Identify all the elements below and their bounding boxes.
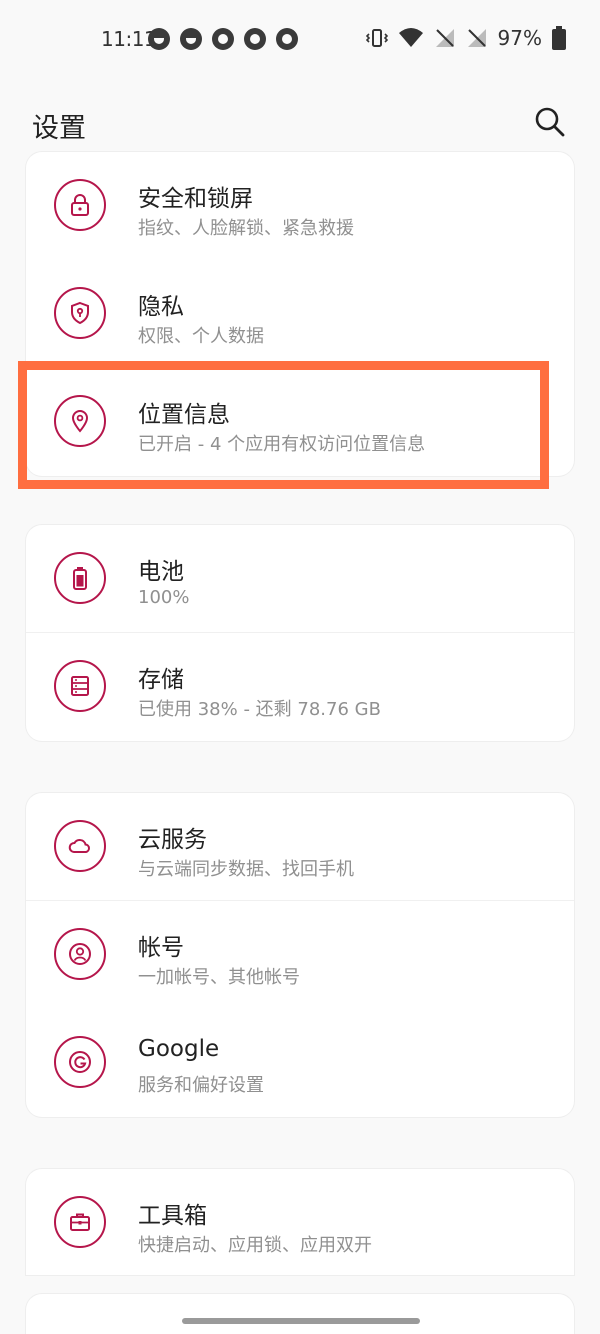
settings-group-device: 电池 100% 存储 已使用 38% - 还剩 78.76 GB <box>26 525 574 741</box>
q-app-icon <box>212 28 234 50</box>
navigation-handle[interactable] <box>182 1318 420 1324</box>
item-title: 云服务 <box>138 827 207 853</box>
settings-item-location[interactable]: 位置信息 已开启 - 4 个应用有权访问位置信息 <box>26 368 574 476</box>
settings-group-accounts: 云服务 与云端同步数据、找回手机 帐号 一加帐号、其他帐号 Google 服务和… <box>26 793 574 1117</box>
toolbox-icon <box>54 1196 106 1248</box>
item-subtitle: 服务和偏好设置 <box>138 1075 264 1096</box>
item-title: Google <box>138 1036 220 1062</box>
page-title: 设置 <box>32 113 86 144</box>
cloud-icon <box>54 820 106 872</box>
item-title: 存储 <box>138 667 184 693</box>
status-right: 97% <box>365 26 566 50</box>
settings-item-storage[interactable]: 存储 已使用 38% - 还剩 78.76 GB <box>26 633 574 741</box>
settings-item-account[interactable]: 帐号 一加帐号、其他帐号 <box>26 901 574 1009</box>
battery-icon <box>552 26 566 50</box>
item-title: 隐私 <box>138 294 184 320</box>
item-subtitle: 权限、个人数据 <box>138 326 264 347</box>
search-icon <box>535 107 565 137</box>
no-signal-icon <box>435 29 454 47</box>
item-title: 工具箱 <box>138 1203 207 1229</box>
search-button[interactable] <box>530 102 570 142</box>
settings-item-security-lockscreen[interactable]: 安全和锁屏 指纹、人脸解锁、紧急救援 <box>26 152 574 260</box>
settings-item-battery[interactable]: 电池 100% <box>26 525 574 633</box>
settings-item-privacy[interactable]: 隐私 权限、个人数据 <box>26 260 574 368</box>
item-subtitle: 已使用 38% - 还剩 78.76 GB <box>138 699 381 720</box>
lock-icon <box>54 179 106 231</box>
storage-icon <box>54 660 106 712</box>
battery-percent: 97% <box>497 26 542 50</box>
item-subtitle: 指纹、人脸解锁、紧急救援 <box>138 218 354 239</box>
moon-icon <box>148 28 170 50</box>
moon-icon <box>180 28 202 50</box>
no-signal-icon <box>467 29 486 47</box>
item-subtitle: 与云端同步数据、找回手机 <box>138 859 354 880</box>
privacy-shield-icon <box>54 287 106 339</box>
wifi-icon <box>398 28 423 47</box>
google-icon <box>54 1036 106 1088</box>
item-subtitle: 已开启 - 4 个应用有权访问位置信息 <box>138 434 426 455</box>
q-app-icon <box>276 28 298 50</box>
account-icon <box>54 928 106 980</box>
settings-group-security: 安全和锁屏 指纹、人脸解锁、紧急救援 隐私 权限、个人数据 位置信息 已开启 -… <box>26 152 574 476</box>
item-title: 帐号 <box>138 935 184 961</box>
item-title: 位置信息 <box>138 402 230 428</box>
settings-item-cloud[interactable]: 云服务 与云端同步数据、找回手机 <box>26 793 574 901</box>
vibrate-icon <box>365 29 388 47</box>
item-subtitle: 快捷启动、应用锁、应用双开 <box>138 1235 372 1256</box>
settings-group-next <box>26 1294 574 1334</box>
item-subtitle: 一加帐号、其他帐号 <box>138 967 300 988</box>
settings-group-tools: 工具箱 快捷启动、应用锁、应用双开 <box>26 1169 574 1275</box>
location-pin-icon <box>54 395 106 447</box>
settings-item-toolbox[interactable]: 工具箱 快捷启动、应用锁、应用双开 <box>26 1169 574 1275</box>
notification-icons <box>148 28 298 50</box>
item-title: 安全和锁屏 <box>138 186 253 212</box>
item-subtitle: 100% <box>138 587 190 608</box>
q-app-icon <box>244 28 266 50</box>
battery-icon <box>54 552 106 604</box>
status-bar: 11:11 97% <box>0 0 600 80</box>
settings-item-google[interactable]: Google 服务和偏好设置 <box>26 1009 574 1117</box>
item-title: 电池 <box>138 559 184 585</box>
